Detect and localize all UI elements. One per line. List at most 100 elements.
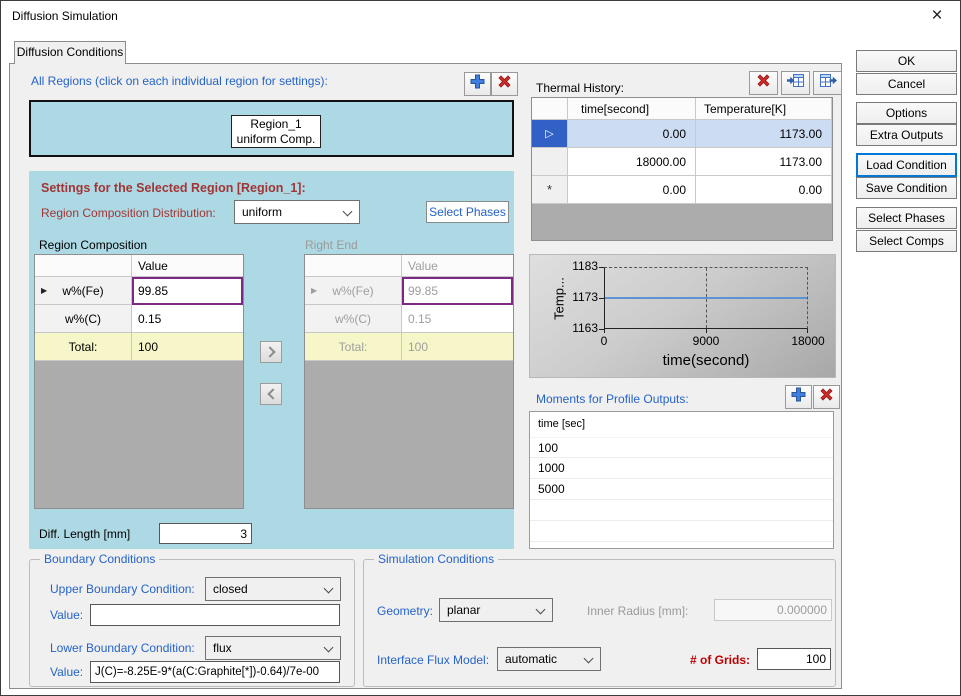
time-cell[interactable]: 0.00 xyxy=(568,176,696,204)
grid-new-row[interactable]: * 0.00 0.00 xyxy=(532,176,832,204)
region-composition-table: Value ▶w%(Fe) 99.85 w%(C) 0.15 Total: 10… xyxy=(34,254,244,509)
inner-radius-label: Inner Radius [mm]: xyxy=(587,604,688,618)
moments-list: time [sec] 100 1000 5000 xyxy=(529,411,834,549)
delete-x-icon xyxy=(756,73,771,93)
temperature-cell[interactable]: 0.00 xyxy=(696,176,832,204)
temperature-cell[interactable]: 1173.00 xyxy=(696,148,832,176)
header-blank-cell xyxy=(35,255,132,277)
diff-length-label: Diff. Length [mm] xyxy=(39,527,130,541)
table-header-row: Value xyxy=(35,255,243,277)
chevron-down-icon xyxy=(324,643,334,653)
load-condition-button[interactable]: Load Condition xyxy=(856,153,957,177)
grid-corner-cell xyxy=(532,98,568,120)
ok-button[interactable]: OK xyxy=(856,50,957,72)
temperature-column-header[interactable]: Temperature[K] xyxy=(696,98,832,120)
temperature-cell[interactable]: 1173.00 xyxy=(696,120,832,148)
select-comps-button[interactable]: Select Comps xyxy=(856,230,957,252)
table-row[interactable]: w%(C) 0.15 xyxy=(35,305,243,333)
distribution-label: Region Composition Distribution: xyxy=(41,206,216,220)
arrow-right-icon xyxy=(264,346,275,357)
select-phases-button-inline[interactable]: Select Phases xyxy=(426,201,509,223)
import-thermal-table-button[interactable] xyxy=(781,71,810,95)
time-column-header[interactable]: time[second] xyxy=(568,98,696,120)
export-table-icon xyxy=(819,73,837,93)
settings-title: Settings for the Selected Region [Region… xyxy=(41,181,306,195)
interface-flux-model-dropdown[interactable]: automatic xyxy=(497,647,601,671)
value-column-header: Value xyxy=(402,255,513,277)
list-row-empty xyxy=(530,521,833,542)
header-blank-cell xyxy=(305,255,402,277)
diff-length-input[interactable] xyxy=(159,523,252,544)
total-value: 100 xyxy=(132,333,243,361)
delete-thermal-row-button[interactable] xyxy=(749,71,778,95)
num-grids-input[interactable] xyxy=(757,648,831,670)
y-tick-label: 1163 xyxy=(562,321,598,335)
list-item[interactable]: 1000 xyxy=(530,458,833,479)
delete-x-icon xyxy=(819,387,834,407)
export-thermal-table-button[interactable] xyxy=(813,71,842,95)
delete-moment-button[interactable] xyxy=(813,385,840,409)
grid-row[interactable]: 18000.00 1173.00 xyxy=(532,148,832,176)
boundary-conditions-group: Boundary Conditions Upper Boundary Condi… xyxy=(29,559,355,687)
x-tick-label: 0 xyxy=(589,334,619,348)
composition-value-cell[interactable]: 99.85 xyxy=(132,277,243,305)
thermal-history-grid: time[second] Temperature[K] ▷ 0.00 1173.… xyxy=(531,97,833,241)
current-row-marker-icon: ▶ xyxy=(41,286,47,295)
extra-outputs-button[interactable]: Extra Outputs xyxy=(856,124,957,146)
lower-boundary-value-input[interactable] xyxy=(90,661,340,683)
options-button[interactable]: Options xyxy=(856,102,957,124)
plus-icon xyxy=(470,74,485,94)
lower-boundary-label: Lower Boundary Condition: xyxy=(50,641,195,655)
right-end-title: Right End xyxy=(305,238,358,252)
geometry-dropdown[interactable]: planar xyxy=(439,598,553,622)
distribution-dropdown[interactable]: uniform xyxy=(234,200,360,224)
grid-current-row-marker-icon: ▷ xyxy=(545,127,553,140)
cancel-button[interactable]: Cancel xyxy=(856,73,957,95)
upper-boundary-dropdown[interactable]: closed xyxy=(205,577,341,601)
region-node[interactable]: Region_1 uniform Comp. xyxy=(231,115,321,148)
time-cell[interactable]: 18000.00 xyxy=(568,148,696,176)
component-label: w%(C) xyxy=(35,305,132,333)
simulation-conditions-title: Simulation Conditions xyxy=(374,552,498,566)
chart-plot-area xyxy=(604,267,808,329)
upper-boundary-value: closed xyxy=(213,582,248,596)
grid-row-selected[interactable]: ▷ 0.00 1173.00 xyxy=(532,120,832,148)
copy-right-button[interactable] xyxy=(260,341,282,363)
total-row: Total: 100 xyxy=(35,333,243,361)
close-icon[interactable]: × xyxy=(926,5,948,27)
total-value: 100 xyxy=(402,333,513,361)
composition-value-cell[interactable]: 0.15 xyxy=(132,305,243,333)
tab-diffusion-conditions[interactable]: Diffusion Conditions xyxy=(14,41,126,64)
select-phases-button[interactable]: Select Phases xyxy=(856,207,957,229)
window-title: Diffusion Simulation xyxy=(12,9,118,23)
new-row-marker-icon: * xyxy=(547,182,552,197)
upper-boundary-label: Upper Boundary Condition: xyxy=(50,582,195,596)
moments-list-header: time [sec] xyxy=(530,412,833,437)
list-item[interactable]: 100 xyxy=(530,437,833,458)
add-region-button[interactable] xyxy=(464,72,491,96)
table-row[interactable]: ▶w%(Fe) 99.85 xyxy=(35,277,243,305)
lower-boundary-dropdown[interactable]: flux xyxy=(205,636,341,660)
upper-boundary-value-input[interactable] xyxy=(90,604,340,626)
y-tick-label: 1173 xyxy=(562,290,598,304)
simulation-conditions-group: Simulation Conditions Geometry: planar I… xyxy=(363,559,836,687)
delete-region-button[interactable] xyxy=(491,72,518,96)
x-tick-label: 18000 xyxy=(780,334,836,348)
add-moment-button[interactable] xyxy=(785,385,812,409)
total-row: Total: 100 xyxy=(305,333,513,361)
all-regions-panel: Region_1 uniform Comp. xyxy=(29,100,514,157)
table-row: w%(C) 0.15 xyxy=(305,305,513,333)
composition-value-cell: 99.85 xyxy=(402,277,513,305)
save-condition-button[interactable]: Save Condition xyxy=(856,177,957,199)
y-tick-label: 1183 xyxy=(562,259,598,273)
copy-left-button[interactable] xyxy=(260,383,282,405)
distribution-value: uniform xyxy=(242,205,282,219)
lower-value-label: Value: xyxy=(50,665,83,679)
region-composition-title: Region Composition xyxy=(39,238,147,252)
diffusion-simulation-dialog: Diffusion Simulation × Diffusion Conditi… xyxy=(0,0,961,696)
list-item[interactable]: 5000 xyxy=(530,479,833,500)
chevron-down-icon xyxy=(324,584,334,594)
time-cell[interactable]: 0.00 xyxy=(568,120,696,148)
thermal-history-chart: Temp... 1183 1173 1163 0 9000 18000 time… xyxy=(529,254,836,378)
component-label: w%(Fe) xyxy=(332,284,373,298)
